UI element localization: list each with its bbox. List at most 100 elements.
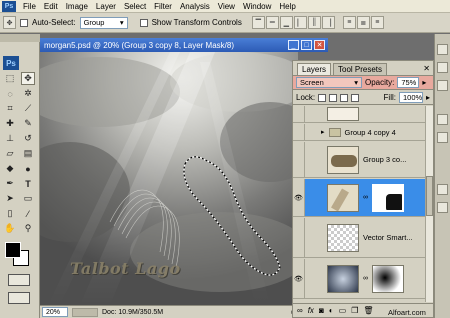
show-transform-checkbox[interactable] [139,18,148,27]
stamp-tool-icon[interactable]: ⊥ [3,132,17,145]
menu-file[interactable]: File [19,0,40,13]
swatches-icon[interactable] [437,132,448,143]
visibility-toggle[interactable] [293,124,305,140]
link-layers-icon[interactable]: ∞ [297,306,303,315]
menu-layer[interactable]: Layer [92,0,120,13]
eraser-tool-icon[interactable]: ▱ [3,147,17,160]
opacity-field[interactable]: 75% [397,77,420,88]
info-icon[interactable] [437,80,448,91]
lock-image-icon[interactable] [329,93,338,102]
healing-tool-icon[interactable]: ✚ [3,117,17,130]
lock-all-icon[interactable] [351,93,360,102]
zoom-tool-icon[interactable]: ⚲ [21,222,35,235]
layer-row[interactable]: ▸ Group 4 copy 4 [293,124,425,141]
maximize-icon[interactable]: □ [301,40,312,50]
history-brush-icon[interactable]: ↺ [21,132,35,145]
add-mask-icon[interactable]: ◙ [319,306,324,315]
menu-view[interactable]: View [214,0,239,13]
layer-mask-thumbnail[interactable] [372,183,404,212]
crop-tool-icon[interactable]: ⌗ [3,102,17,115]
fill-field[interactable]: 100% [398,92,423,103]
magic-wand-tool-icon[interactable]: ✲ [21,87,35,100]
minimize-icon[interactable]: _ [288,40,299,50]
zoom-field[interactable]: 20% [42,307,68,317]
path-select-icon[interactable]: ➤ [3,192,17,205]
status-icon[interactable] [72,307,98,317]
visibility-toggle[interactable] [293,106,305,122]
tab-layers[interactable]: Layers [297,63,332,75]
new-layer-icon[interactable]: ❐ [351,306,358,315]
gradient-tool-icon[interactable]: ▤ [21,147,35,160]
align-hcenter-icon[interactable]: ║ [307,16,321,29]
move-tool-icon[interactable]: ✥ [21,72,35,85]
histogram-icon[interactable] [437,62,448,73]
visibility-toggle[interactable] [293,142,305,177]
menu-analysis[interactable]: Analysis [176,0,214,13]
distribute-vcenter-icon[interactable]: ≣ [356,16,370,29]
notes-tool-icon[interactable]: ▯ [3,207,17,220]
lasso-tool-icon[interactable]: ◌ [3,87,17,100]
layer-row-selected[interactable]: 👁 ∞ [293,179,425,217]
pen-tool-icon[interactable]: ✒ [3,177,17,190]
menu-window[interactable]: Window [239,0,275,13]
distribute-bottom-icon[interactable]: ≡ [370,16,384,29]
fill-arrow-icon[interactable]: ▸ [426,93,430,102]
quick-mask-icon[interactable] [8,274,30,286]
tab-tool-presets[interactable]: Tool Presets [333,63,388,75]
document-title-bar[interactable]: morgan5.psd @ 20% (Group 3 copy 8, Layer… [40,38,328,52]
brush-tool-icon[interactable]: ✎ [21,117,35,130]
lock-position-icon[interactable] [340,93,349,102]
panel-close-icon[interactable]: ✕ [423,64,430,73]
menu-image[interactable]: Image [62,0,92,13]
history-icon[interactable] [437,184,448,195]
menu-filter[interactable]: Filter [150,0,176,13]
layer-row[interactable]: 👁 ∞ [293,259,425,299]
slice-tool-icon[interactable]: ⟋ [21,102,35,115]
eyedropper-tool-icon[interactable]: ⁄ [21,207,35,220]
menu-help[interactable]: Help [275,0,299,13]
lock-transparent-icon[interactable] [318,93,327,102]
move-tool-preset-button[interactable]: ✥ [3,16,16,29]
eye-icon[interactable]: 👁 [293,179,305,216]
shape-tool-icon[interactable]: ▭ [21,192,35,205]
color-icon[interactable] [437,114,448,125]
actions-icon[interactable] [437,202,448,213]
blur-tool-icon[interactable]: ◆ [3,162,17,175]
screen-mode-icon[interactable] [8,292,30,304]
align-top-icon[interactable]: ▔ [251,16,265,29]
layer-row[interactable]: Vector Smart... [293,218,425,258]
hand-tool-icon[interactable]: ✋ [3,222,17,235]
layer-mask-thumbnail[interactable] [372,264,404,293]
type-tool-icon[interactable]: T [21,177,35,190]
close-icon[interactable]: ✕ [314,40,325,50]
delete-layer-icon[interactable]: 🗑 [363,306,373,315]
layers-scrollbar[interactable] [425,106,433,302]
layer-row[interactable]: Group 3 co... [293,142,425,178]
align-left-icon[interactable]: ▏ [293,16,307,29]
adjustment-layer-icon[interactable]: ◐ [329,306,334,315]
align-bottom-icon[interactable]: ▁ [279,16,293,29]
fx-icon[interactable]: fx [308,306,314,315]
chain-link-icon[interactable]: ∞ [363,194,368,201]
toolbox-grip[interactable] [0,34,40,42]
eye-icon[interactable]: 👁 [293,259,305,298]
new-group-icon[interactable]: ▭ [339,306,347,315]
blend-mode-dropdown[interactable]: Screen ▾ [296,77,362,88]
align-right-icon[interactable]: ▕ [321,16,335,29]
scrollbar-thumb[interactable] [426,176,433,216]
distribute-top-icon[interactable]: ≡ [342,16,356,29]
auto-select-checkbox[interactable] [20,18,28,27]
menu-edit[interactable]: Edit [40,0,62,13]
align-vcenter-icon[interactable]: ═ [265,16,279,29]
layer-row[interactable] [293,106,425,123]
chain-link-icon[interactable]: ∞ [363,275,368,282]
navigator-icon[interactable] [437,44,448,55]
menu-select[interactable]: Select [120,0,150,13]
expand-arrow-icon[interactable]: ▸ [321,128,325,136]
marquee-tool-icon[interactable]: ⬚ [3,72,17,85]
visibility-toggle[interactable] [293,218,305,257]
document-canvas[interactable]: Talbot Lago [40,52,298,305]
opacity-arrow-icon[interactable]: ▸ [422,78,426,87]
dodge-tool-icon[interactable]: ● [21,162,35,175]
auto-select-dropdown[interactable]: Group ▾ [79,16,128,29]
